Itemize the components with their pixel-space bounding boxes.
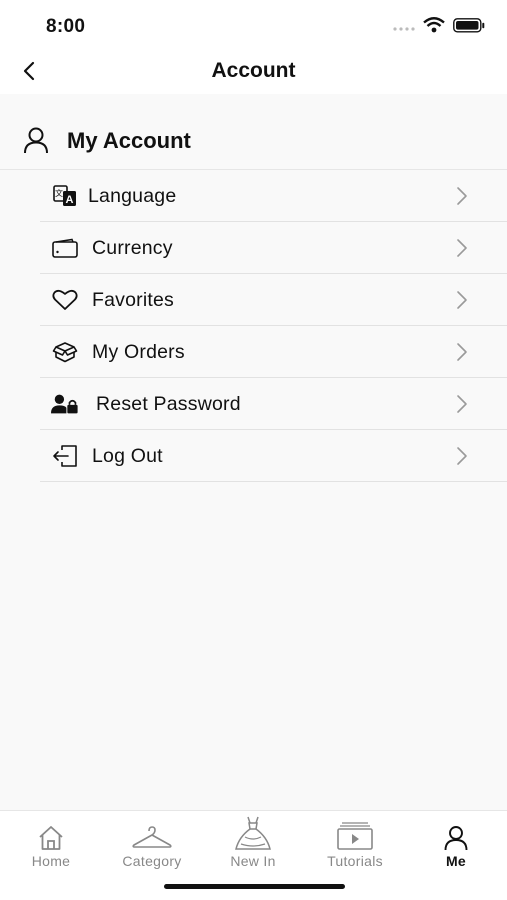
menu-item-currency[interactable]: Currency	[40, 222, 507, 274]
tab-tutorials[interactable]: Tutorials	[310, 817, 400, 869]
page-title: Account	[211, 59, 296, 82]
wallet-icon	[51, 235, 79, 261]
tab-home[interactable]: Home	[6, 817, 96, 869]
menu-item-label: Currency	[92, 237, 173, 259]
dress-icon	[208, 816, 298, 851]
menu-item-label: Language	[88, 185, 177, 207]
tab-label: Tutorials	[327, 853, 383, 869]
home-icon	[6, 817, 96, 851]
tab-label: Category	[122, 853, 182, 869]
menu-item-log-out[interactable]: Log Out	[40, 430, 507, 482]
tab-me[interactable]: Me	[411, 817, 501, 869]
chevron-right-icon	[455, 186, 469, 206]
video-icon	[310, 817, 400, 851]
chevron-right-icon	[455, 290, 469, 310]
svg-text:文: 文	[55, 188, 63, 198]
chevron-right-icon	[455, 238, 469, 258]
status-icons	[393, 17, 485, 38]
box-icon	[51, 339, 79, 365]
menu-item-favorites[interactable]: Favorites	[40, 274, 507, 326]
svg-text:A: A	[66, 194, 74, 206]
person-icon	[411, 817, 501, 851]
menu-item-label: Reset Password	[96, 393, 241, 415]
user-lock-icon	[51, 391, 79, 417]
tab-label: Me	[445, 853, 467, 869]
menu-item-label: My Orders	[92, 341, 185, 363]
signal-icon	[393, 19, 415, 37]
tab-label: New In	[230, 853, 276, 869]
menu-item-my-orders[interactable]: My Orders	[40, 326, 507, 378]
status-time: 8:00	[46, 16, 86, 37]
home-indicator[interactable]	[164, 884, 345, 889]
nav-bar: Account	[0, 50, 507, 94]
battery-icon	[453, 17, 485, 38]
account-menu: A文 Language Currency Favorites My Orders…	[40, 170, 507, 482]
chevron-right-icon	[455, 342, 469, 362]
chevron-right-icon	[455, 446, 469, 466]
tab-category[interactable]: Category	[107, 817, 197, 869]
heart-icon	[51, 287, 79, 313]
translate-icon: A文	[51, 183, 79, 209]
menu-item-language[interactable]: A文 Language	[40, 170, 507, 222]
logout-icon	[51, 443, 79, 469]
menu-item-label: Favorites	[92, 289, 174, 311]
wifi-icon	[423, 17, 445, 38]
menu-item-reset-password[interactable]: Reset Password	[40, 378, 507, 430]
hanger-icon	[107, 817, 197, 851]
tab-new-in[interactable]: New In	[208, 816, 298, 869]
menu-item-label: Log Out	[92, 445, 163, 467]
chevron-right-icon	[455, 394, 469, 414]
my-account-header: My Account	[0, 112, 507, 170]
status-bar: 8:00	[0, 0, 507, 50]
section-title: My Account	[67, 128, 191, 153]
person-icon	[22, 126, 50, 159]
account-content: My Account A文 Language Currency Favorite…	[0, 94, 507, 810]
tab-label: Home	[31, 853, 71, 869]
